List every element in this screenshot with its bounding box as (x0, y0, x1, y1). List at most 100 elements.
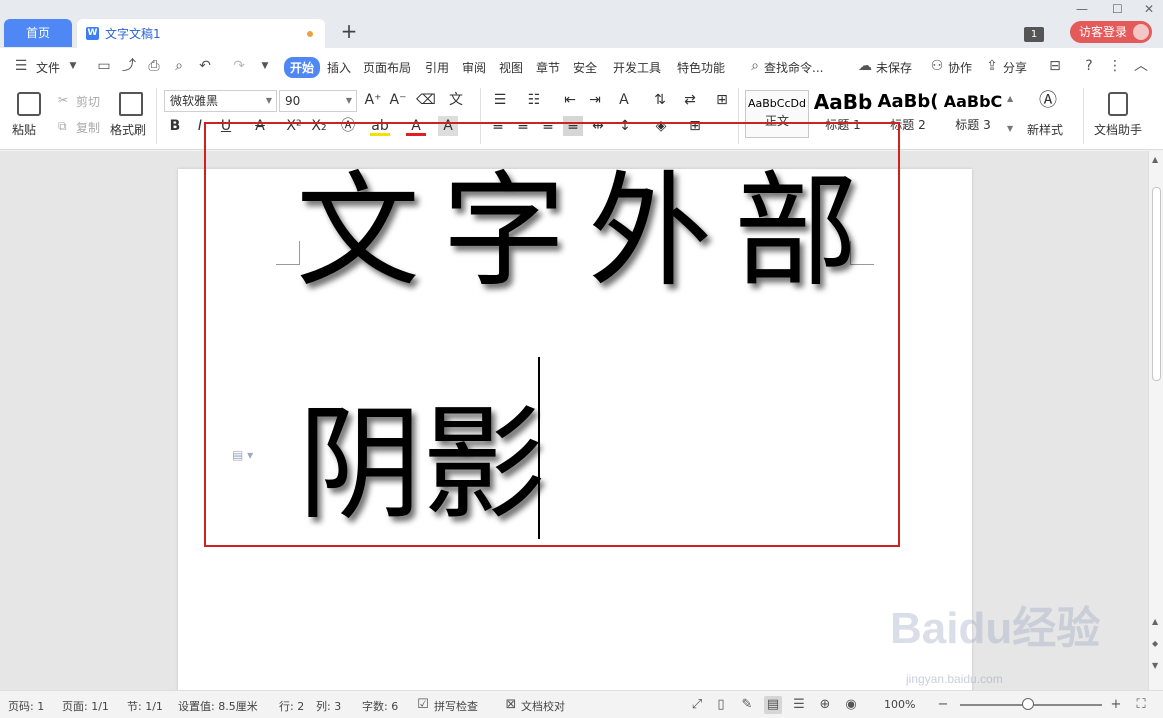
format-painter-icon[interactable] (119, 92, 143, 116)
tab-document[interactable]: W 文字文稿1 (77, 19, 325, 48)
proofread-icon: ⊠ (505, 697, 517, 712)
fit-page-icon[interactable]: ⛶ (1132, 696, 1150, 714)
help-icon[interactable]: ? (1080, 57, 1098, 75)
menu-tab-security[interactable]: 安全 (573, 59, 597, 76)
outline-view-icon[interactable]: ☰ (790, 696, 808, 714)
style-sample: AaBbCcDd (748, 97, 806, 110)
new-tab-button[interactable]: + (338, 21, 360, 43)
phonetic-icon[interactable]: 文 (446, 90, 466, 110)
title-bar: 首页 W 文字文稿1 + — ☐ ✕ 1 访客登录 (0, 0, 1163, 48)
proofread-button[interactable]: 文档校对 (521, 698, 565, 714)
status-word-count[interactable]: 字数: 6 (362, 698, 398, 714)
edit-view-icon[interactable]: ✎ (738, 696, 756, 714)
eye-protection-icon[interactable]: ◉ (842, 696, 860, 714)
doc-assistant-button[interactable]: 文档助手 (1094, 121, 1142, 138)
print-icon[interactable]: ⎙ (145, 57, 163, 75)
cut-button[interactable]: 剪切 (76, 93, 100, 110)
styles-more-icon[interactable]: ▼ (1007, 124, 1013, 133)
menu-tab-features[interactable]: 特色功能 (677, 59, 725, 76)
status-section[interactable]: 节: 1/1 (127, 698, 163, 714)
format-painter-button[interactable]: 格式刷 (110, 121, 146, 138)
menu-tab-chapter[interactable]: 章节 (536, 59, 560, 76)
window-count-badge[interactable]: 1 (1024, 27, 1044, 42)
page-view-icon[interactable]: ▤ (764, 696, 782, 714)
maximize-icon[interactable]: ☐ (1112, 2, 1123, 16)
document-text-line-2[interactable]: 阴影 (298, 395, 546, 535)
redo-icon[interactable]: ↷ (230, 57, 248, 75)
doc-assistant-icon[interactable] (1108, 92, 1128, 116)
reading-view-icon[interactable]: ▯ (712, 696, 730, 714)
undo-icon[interactable]: ↶ (196, 57, 214, 75)
page-up-icon[interactable]: ◆ (1152, 639, 1158, 648)
paragraph-options-icon[interactable]: ▤ ▾ (232, 448, 253, 462)
unsaved-status[interactable]: 未保存 (876, 59, 912, 76)
status-page-number[interactable]: 页码: 1 (8, 698, 44, 714)
close-icon[interactable]: ✕ (1144, 2, 1154, 16)
zoom-in-icon[interactable]: + (1107, 696, 1125, 714)
zoom-level[interactable]: 100% (884, 698, 915, 711)
collapse-ribbon-icon[interactable]: ︿ (1132, 57, 1150, 75)
minimize-icon[interactable]: — (1076, 2, 1088, 16)
tab-home[interactable]: 首页 (4, 19, 72, 47)
table-icon[interactable]: ⊞ (712, 90, 732, 110)
status-setting-value[interactable]: 设置值: 8.5厘米 (178, 698, 258, 714)
new-style-icon[interactable]: Ⓐ (1038, 91, 1058, 111)
grow-font-icon[interactable]: A⁺ (363, 90, 383, 110)
copy-button[interactable]: 复制 (76, 119, 100, 136)
shrink-font-icon[interactable]: A⁻ (388, 90, 408, 110)
menu-file[interactable]: 文件 (36, 59, 60, 76)
zoom-slider-handle[interactable] (1022, 698, 1034, 710)
spell-check-button[interactable]: 拼写检查 (434, 698, 478, 714)
quick-access-more-icon[interactable]: ▼ (256, 57, 274, 75)
font-family-select[interactable]: 微软雅黑 ▼ (164, 90, 277, 112)
line-spacing-icon[interactable]: ⇄ (680, 90, 700, 110)
visitor-login-button[interactable]: 访客登录 (1070, 21, 1152, 43)
char-spacing-icon[interactable]: Ａ (614, 90, 634, 110)
web-view-icon[interactable]: ⊕ (816, 696, 834, 714)
more-icon[interactable]: ⋮ (1106, 57, 1124, 75)
bullet-list-icon[interactable]: ☰ (490, 90, 510, 110)
vertical-scrollbar[interactable]: ▲ ▲ ◆ ▼ (1148, 151, 1163, 690)
hamburger-icon[interactable]: ☰ (12, 57, 30, 75)
share-icon: ⇪ (986, 58, 998, 74)
collaborate-button[interactable]: 协作 (948, 59, 972, 76)
sort-icon[interactable]: ⇅ (650, 90, 670, 110)
tab-document-label: 文字文稿1 (105, 27, 161, 41)
font-size-select[interactable]: 90 ▼ (279, 90, 357, 112)
collaborate-icon: ⚇ (930, 58, 944, 74)
styles-scroll-up-icon[interactable]: ▲ (1007, 94, 1013, 103)
menu-tab-insert[interactable]: 插入 (327, 59, 351, 76)
menu-tab-review[interactable]: 审阅 (462, 59, 486, 76)
status-column[interactable]: 列: 3 (316, 698, 341, 714)
numbered-list-icon[interactable]: ☷ (524, 90, 544, 110)
fullscreen-icon[interactable]: ⤢ (688, 696, 706, 714)
export-icon[interactable]: ⤴ (120, 57, 138, 75)
document-text-line-1[interactable]: 文字外部 (296, 162, 880, 302)
menu-tab-layout[interactable]: 页面布局 (363, 59, 411, 76)
print-preview-icon[interactable]: ⌕ (170, 57, 188, 75)
status-row[interactable]: 行: 2 (279, 698, 304, 714)
menu-tab-references[interactable]: 引用 (425, 59, 449, 76)
paste-button[interactable]: 粘贴 (12, 121, 36, 138)
menu-tab-view[interactable]: 视图 (499, 59, 523, 76)
ribbon-toggle-icon[interactable]: ⊟ (1046, 57, 1064, 75)
paste-icon[interactable] (17, 92, 41, 116)
share-button[interactable]: 分享 (1003, 59, 1027, 76)
chevron-down-icon[interactable]: ▼ (64, 57, 82, 75)
save-icon[interactable]: ▭ (95, 57, 113, 75)
scroll-up-icon[interactable]: ▲ (1152, 155, 1158, 164)
bold-icon[interactable]: B (165, 116, 185, 136)
new-style-button[interactable]: 新样式 (1027, 121, 1063, 138)
command-search[interactable]: 查找命令... (764, 59, 823, 76)
clear-format-icon[interactable]: ⌫ (416, 90, 436, 110)
decrease-indent-icon[interactable]: ⇤ (560, 90, 580, 110)
menu-tab-home[interactable]: 开始 (284, 57, 321, 78)
menu-tab-developer[interactable]: 开发工具 (613, 59, 661, 76)
zoom-out-icon[interactable]: − (934, 696, 952, 714)
scroll-up-icon[interactable]: ▲ (1152, 617, 1158, 626)
scroll-down-icon[interactable]: ▼ (1152, 661, 1158, 670)
scrollbar-thumb[interactable] (1152, 187, 1161, 381)
increase-indent-icon[interactable]: ⇥ (585, 90, 605, 110)
status-pages[interactable]: 页面: 1/1 (62, 698, 109, 714)
style-heading-3[interactable]: AaBbC 标题 3 (942, 90, 1004, 138)
